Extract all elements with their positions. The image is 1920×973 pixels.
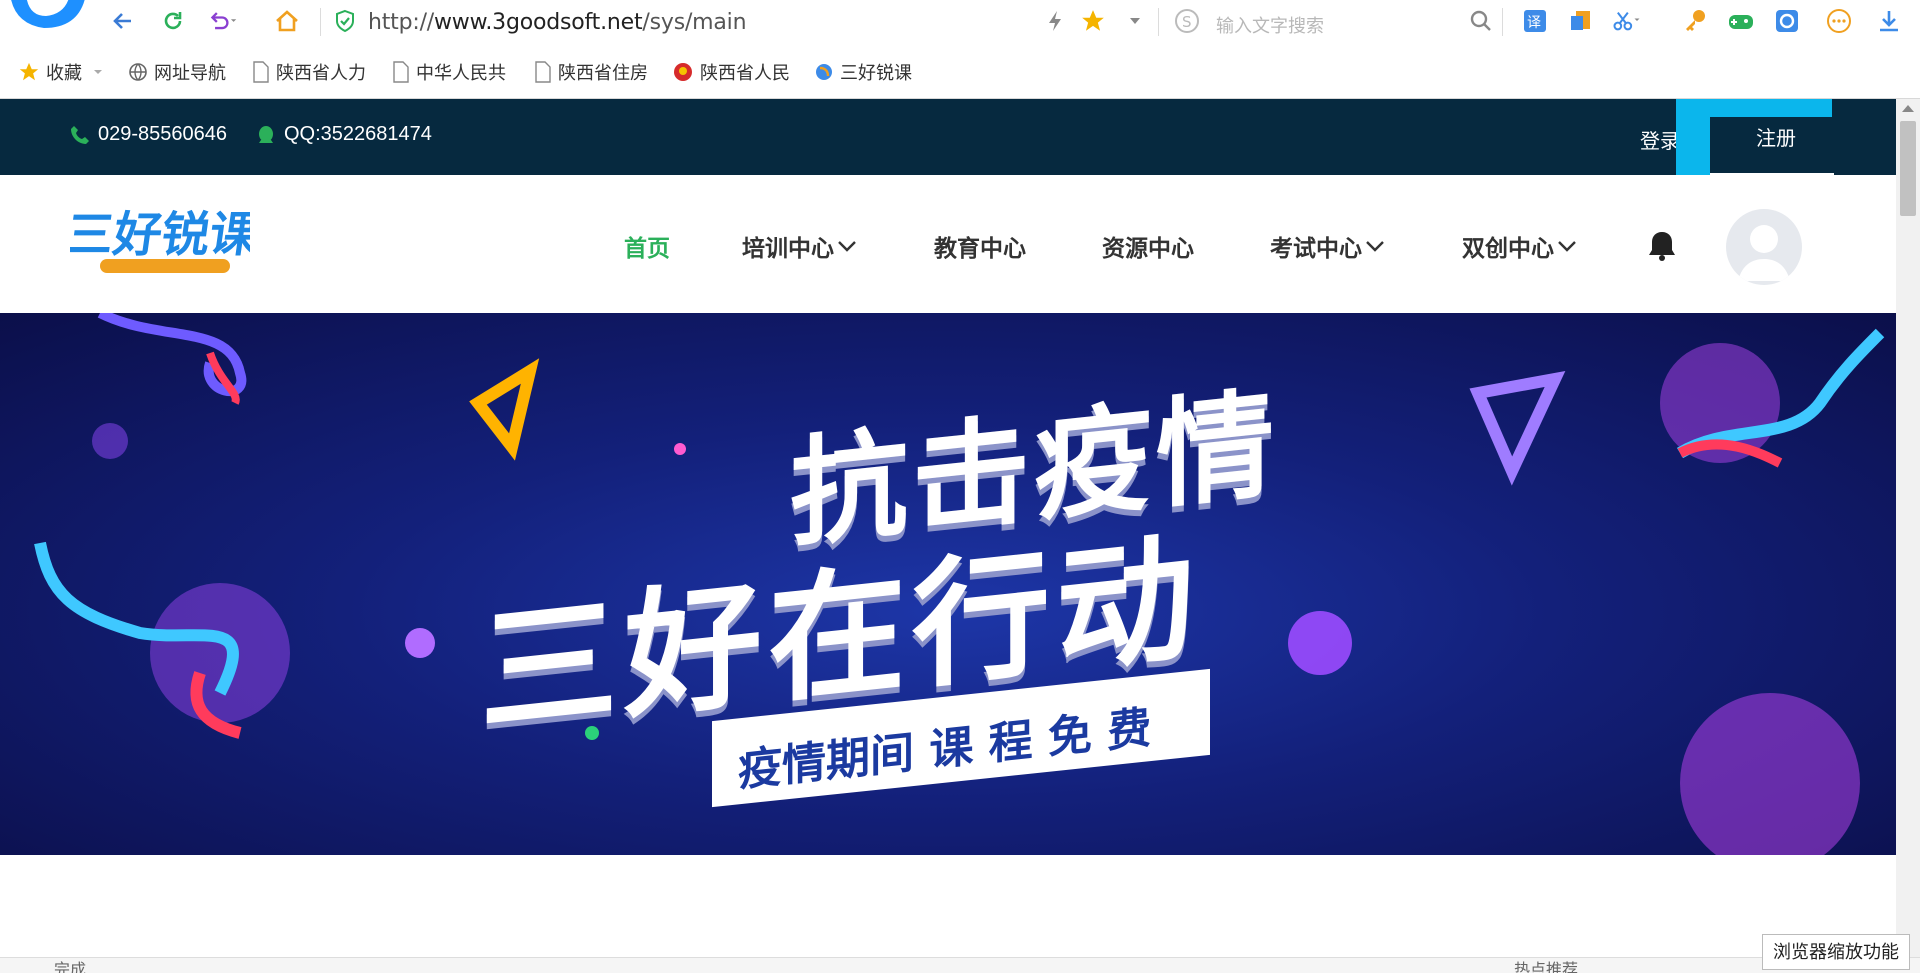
scrollbar-thumb[interactable] (1900, 121, 1916, 216)
web-page: 029-85560646 QQ:3522681474 登录 注册 三好锐课 首页… (0, 99, 1896, 957)
bookmark-item[interactable]: 陕西省住房 (534, 60, 648, 84)
bookmark-item[interactable]: 三好锐课 (814, 60, 912, 84)
refresh-icon[interactable] (158, 6, 188, 36)
nav-label: 资源中心 (1102, 235, 1194, 261)
download-icon[interactable] (1874, 6, 1904, 36)
game-icon[interactable] (1726, 6, 1756, 36)
nav-training[interactable]: 培训中心 (742, 229, 858, 263)
search-engine-icon[interactable]: S (1172, 6, 1202, 36)
nav-home[interactable]: 首页 (624, 229, 670, 263)
bookmark-label: 陕西省人力 (276, 63, 366, 83)
user-icon (1738, 225, 1790, 281)
register-label: 注册 (1756, 128, 1796, 150)
login-link[interactable]: 登录 (1640, 125, 1680, 154)
star-icon (19, 62, 39, 81)
chevron-down-icon (838, 241, 856, 252)
phone-number: 029-85560646 (98, 123, 228, 145)
scissors-icon[interactable] (1612, 6, 1642, 36)
nav-exams[interactable]: 考试中心 (1270, 229, 1386, 263)
bookmark-label: 收藏 (46, 63, 82, 83)
home-icon[interactable] (272, 6, 302, 36)
site-logo[interactable]: 三好锐课 (62, 205, 262, 285)
bookmark-item[interactable]: 陕西省人力 (252, 60, 366, 84)
page-icon (393, 61, 409, 83)
bookmark-label: 中华人民共 (416, 63, 506, 83)
nav-label: 考试中心 (1270, 235, 1362, 261)
phone-icon (71, 125, 89, 144)
translate-icon[interactable]: 译 (1520, 6, 1550, 36)
nav-resources[interactable]: 资源中心 (1102, 229, 1194, 263)
toolbar-divider (1502, 8, 1503, 36)
svg-text:译: 译 (1527, 15, 1541, 31)
browser-app-icon[interactable] (1772, 6, 1802, 36)
qq-contact: QQ:3522681474 (256, 123, 432, 146)
secure-shield-icon (330, 6, 360, 36)
page-icon (535, 61, 551, 83)
chevron-down-icon (1558, 241, 1576, 252)
screenshot-icon[interactable] (1566, 6, 1596, 36)
status-text: 完成 (54, 962, 87, 973)
url-host: www.3goodsoft.net (434, 10, 643, 35)
hot-recommend-link[interactable]: 热点推荐 (1514, 958, 1578, 973)
url-scheme: http:// (368, 10, 434, 35)
toolbar-divider (1158, 8, 1159, 36)
browser-logo-icon[interactable] (0, 0, 90, 38)
toolbar-divider (320, 8, 321, 36)
site-topbar: 029-85560646 QQ:3522681474 登录 (0, 99, 1896, 175)
bell-icon[interactable] (1646, 229, 1678, 268)
page-icon (253, 61, 269, 83)
hero-banner[interactable]: 抗击疫情 三好在行动 疫情期间 课 程 免 费 (0, 313, 1896, 855)
qq-icon (259, 125, 273, 143)
bookmark-bar: 收藏 网址导航 陕西省人力 中华人民共 陕西省住房 陕西省人民 三好锐课 (0, 44, 1920, 99)
zoom-tooltip: 浏览器缩放功能 (1762, 934, 1910, 970)
dropdown-arrow-icon[interactable] (1120, 6, 1150, 36)
search-input[interactable]: 输入文字搜索 (1216, 12, 1324, 38)
vertical-scrollbar[interactable] (1896, 99, 1920, 957)
bookmark-label: 陕西省住房 (558, 63, 648, 83)
qq-number: QQ:3522681474 (284, 123, 432, 145)
nav-education[interactable]: 教育中心 (934, 229, 1026, 263)
bookmark-favorites[interactable]: 收藏 (18, 60, 112, 84)
scroll-up-arrow-icon[interactable] (1902, 105, 1914, 112)
address-bar[interactable]: http://www.3goodsoft.net/sys/main (368, 10, 747, 35)
undo-icon[interactable] (208, 6, 238, 36)
nav-label: 培训中心 (742, 235, 834, 261)
bookmark-label: 三好锐课 (840, 63, 912, 83)
svg-text:三好锐课: 三好锐课 (70, 207, 250, 263)
status-bar: 完成 热点推荐 (0, 957, 1920, 973)
bookmark-item[interactable]: 网址导航 (128, 60, 226, 84)
svg-text:S: S (1182, 13, 1192, 31)
nav-label: 首页 (624, 235, 670, 261)
site-favicon-icon (816, 64, 832, 80)
chevron-down-icon (1366, 241, 1384, 252)
bookmark-item[interactable]: 中华人民共 (392, 60, 506, 84)
bookmark-label: 陕西省人民 (700, 63, 790, 83)
main-nav: 三好锐课 首页 培训中心 教育中心 资源中心 考试中心 双创中心 (0, 175, 1896, 313)
key-icon[interactable] (1680, 6, 1710, 36)
phone-contact: 029-85560646 (70, 123, 227, 146)
search-icon[interactable] (1466, 6, 1496, 36)
nav-innovation[interactable]: 双创中心 (1462, 229, 1578, 263)
url-path: /sys/main (642, 10, 747, 35)
globe-icon (129, 63, 147, 81)
nav-label: 双创中心 (1462, 235, 1554, 261)
lightning-icon[interactable] (1040, 6, 1070, 36)
dropdown-arrow-icon (94, 70, 102, 74)
browser-toolbar: http://www.3goodsoft.net/sys/main S 输入文字… (0, 0, 1920, 45)
bookmark-item[interactable]: 陕西省人民 (672, 60, 790, 84)
nav-label: 教育中心 (934, 235, 1026, 261)
favorite-star-icon[interactable] (1078, 6, 1108, 36)
back-icon[interactable] (108, 6, 138, 36)
emblem-icon (674, 63, 692, 81)
user-avatar[interactable] (1726, 209, 1802, 285)
bookmark-label: 网址导航 (154, 63, 226, 83)
more-icon[interactable] (1824, 6, 1854, 36)
